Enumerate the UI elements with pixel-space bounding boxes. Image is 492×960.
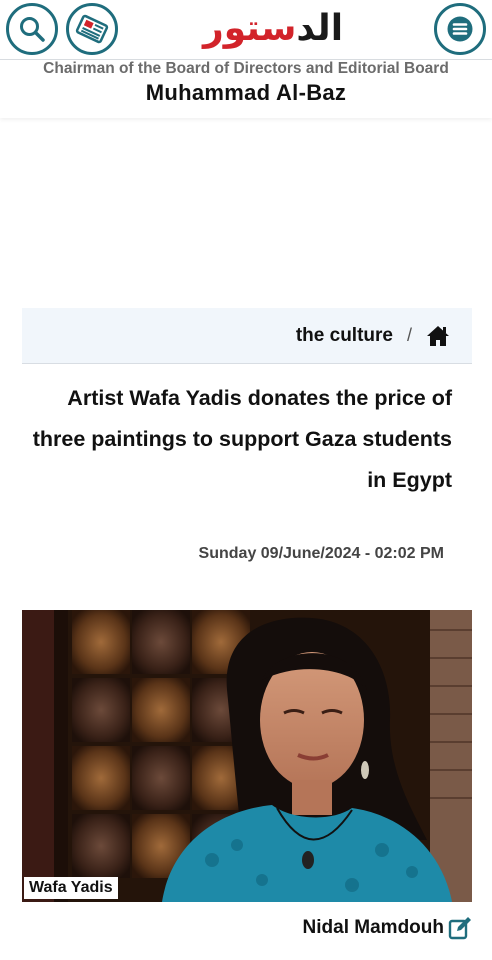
breadcrumb-section-link[interactable]: the culture (296, 325, 393, 347)
breadcrumb-separator: / (406, 325, 412, 345)
site-logo[interactable]: الدستور (198, 2, 348, 56)
article-image (22, 610, 472, 902)
newspaper-button[interactable] (66, 3, 118, 55)
newspaper-icon (75, 14, 109, 44)
author-name[interactable]: Nidal Mamdouh (303, 917, 444, 939)
menu-button[interactable] (434, 3, 486, 55)
logo-text: الدستور (202, 8, 344, 49)
search-button[interactable] (6, 3, 58, 55)
masthead: Chairman of the Board of Directors and E… (0, 60, 492, 118)
edit-icon (448, 916, 472, 940)
article-date: Sunday 09/June/2024 - 02:02 PM (198, 545, 444, 562)
home-icon[interactable] (426, 325, 450, 347)
article-title: Artist Wafa Yadis donates the price of t… (32, 386, 452, 492)
menu-icon (447, 16, 473, 42)
portrait-illustration (22, 610, 472, 902)
top-bar: الدستور (0, 0, 492, 60)
masthead-subtitle: Chairman of the Board of Directors and E… (43, 60, 449, 77)
masthead-name: Muhammad Al-Baz (145, 80, 347, 105)
search-icon (20, 17, 45, 42)
image-caption: Wafa Yadis (24, 877, 118, 899)
breadcrumb: the culture / (22, 308, 472, 364)
article-author: Nidal Mamdouh (303, 916, 472, 940)
